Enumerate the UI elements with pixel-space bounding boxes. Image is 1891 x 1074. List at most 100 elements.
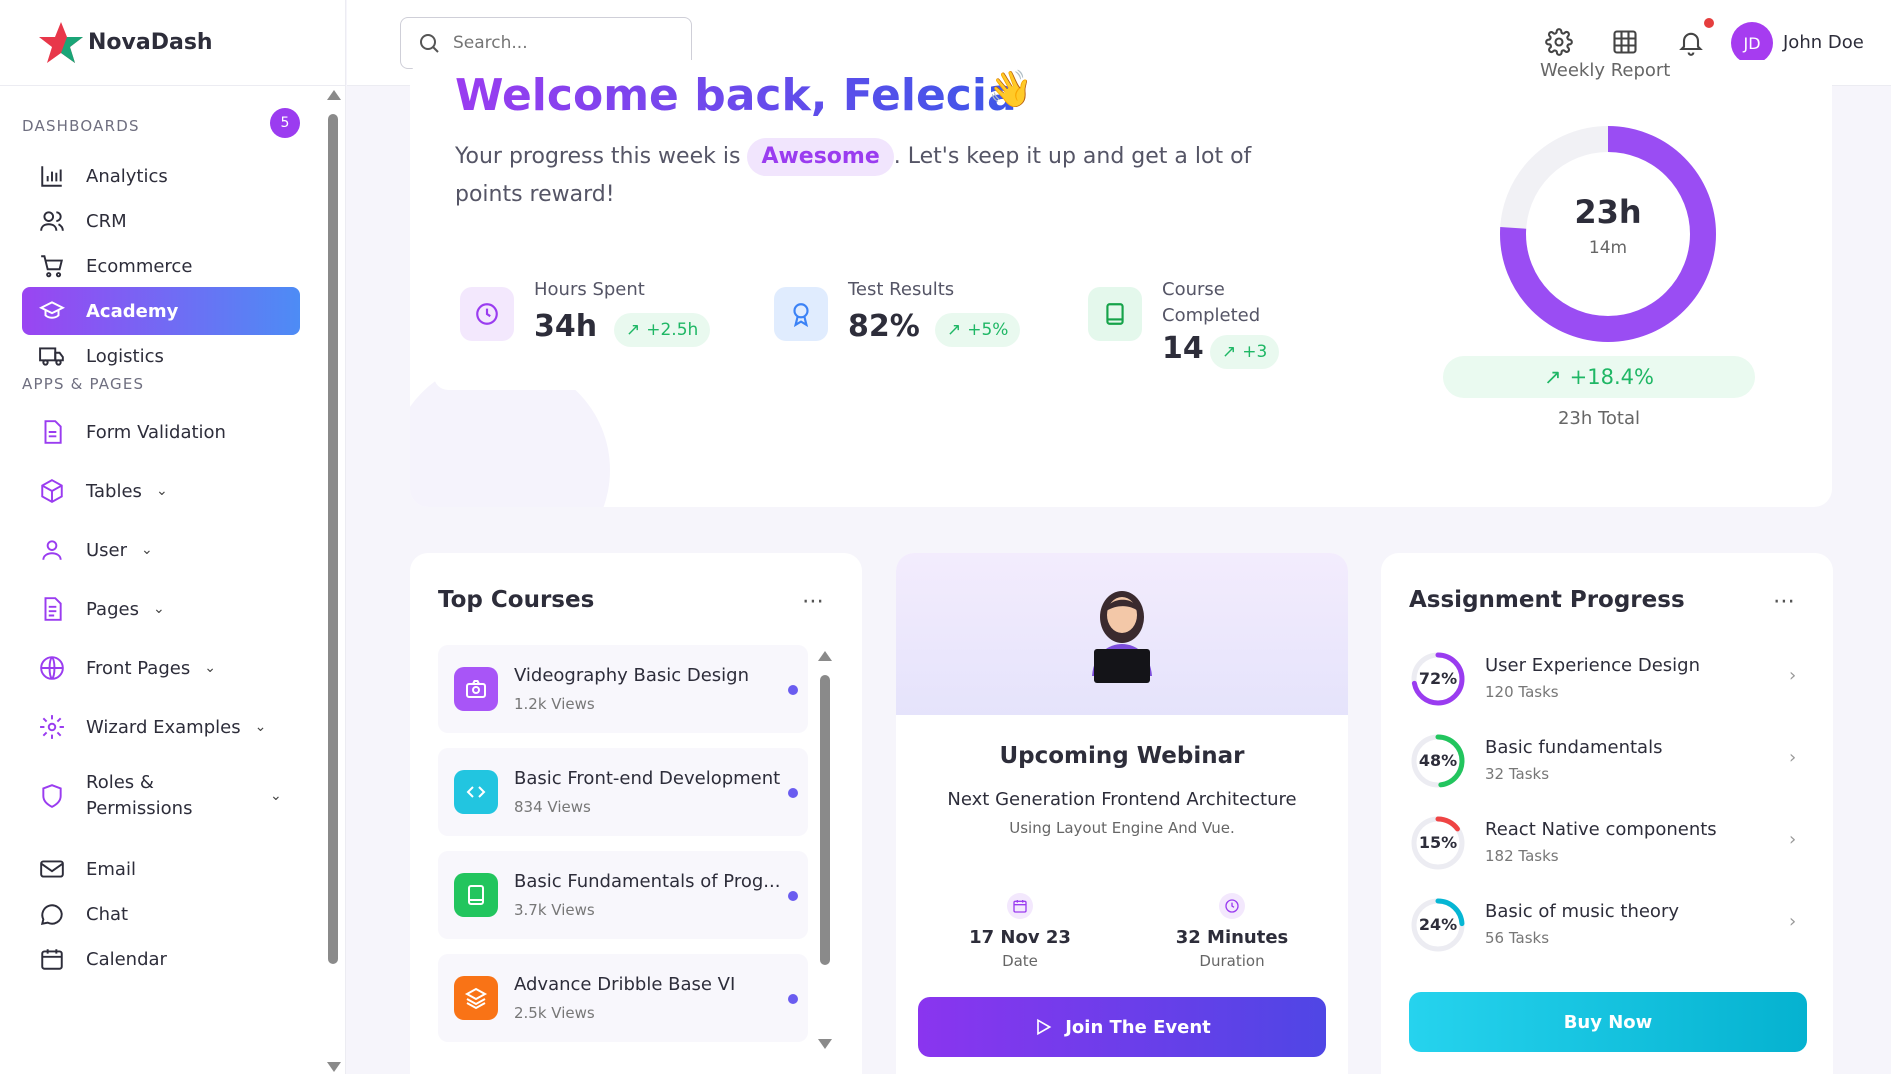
stat-trend: ↗ +3 <box>1210 335 1280 369</box>
sidebar-item-pages[interactable]: Pages ⌄ <box>22 585 300 633</box>
cart-icon <box>38 252 66 280</box>
sidebar-item-analytics[interactable]: Analytics <box>22 152 300 200</box>
sidebar-item-logistics[interactable]: Logistics <box>22 332 300 380</box>
assignment-percent: 15% <box>1418 833 1458 852</box>
buy-now-button[interactable]: Buy Now <box>1409 992 1807 1052</box>
chevron-right-icon[interactable]: › <box>1789 829 1796 850</box>
webinar-title: Upcoming Webinar <box>999 743 1245 769</box>
sidebar-item-user[interactable]: User ⌄ <box>22 526 300 574</box>
globe-icon <box>38 654 66 682</box>
sidebar-item-tables[interactable]: Tables ⌄ <box>22 467 300 515</box>
assignment-tasks: 56 Tasks <box>1485 929 1550 947</box>
webinar-card: Upcoming Webinar Next Generation Fronten… <box>896 553 1348 1074</box>
sidebar-item-wizard-examples[interactable]: Wizard Examples ⌄ <box>22 703 300 751</box>
sidebar-item-chat[interactable]: Chat <box>22 890 300 938</box>
chevron-down-icon: ⌄ <box>152 601 165 617</box>
brand[interactable]: NovaDash <box>0 0 345 86</box>
bell-icon[interactable] <box>1677 28 1707 58</box>
stat-value: 14 <box>1162 331 1204 366</box>
scrollbar-thumb[interactable] <box>820 675 830 965</box>
sidebar-item-label: Academy <box>86 300 179 322</box>
scrollbar-thumb[interactable] <box>328 114 338 964</box>
sidebar-item-label: Wizard Examples <box>86 716 241 738</box>
more-options-icon[interactable]: ⋯ <box>802 589 825 614</box>
webinar-date: 17 Nov 23 Date <box>920 893 1120 970</box>
scroll-up-arrow-icon[interactable] <box>327 90 341 100</box>
bar-chart-icon <box>38 162 66 190</box>
avatar[interactable]: JD <box>1731 22 1773 64</box>
webinar-presenter-illustration <box>1092 591 1152 683</box>
assignment-item[interactable]: 48% Basic fundamentals 32 Tasks › <box>1409 727 1807 797</box>
more-options-icon[interactable]: ⋯ <box>1773 589 1796 614</box>
assignment-tasks: 32 Tasks <box>1485 765 1550 783</box>
weekly-report-label: Weekly Report <box>1540 60 1671 81</box>
stat-card-hours: Hours Spent 34h ↗ +2.5h <box>434 245 734 390</box>
brand-name: NovaDash <box>88 30 213 55</box>
stat-label: Course Completed <box>1162 279 1261 326</box>
mail-icon <box>38 855 66 883</box>
user-name[interactable]: John Doe <box>1783 32 1864 53</box>
cube-icon <box>38 477 66 505</box>
sidebar-item-label: Analytics <box>86 165 168 187</box>
courses-scrollbar[interactable] <box>818 651 832 1051</box>
scroll-down-arrow-icon[interactable] <box>327 1062 341 1072</box>
status-dot <box>788 685 798 695</box>
chevron-down-icon: ⌄ <box>254 719 267 735</box>
sidebar-item-crm[interactable]: CRM <box>22 197 300 245</box>
gear-icon[interactable] <box>1545 28 1575 58</box>
course-views: 1.2k Views <box>514 695 595 713</box>
assignment-name: Basic of music theory <box>1485 901 1679 922</box>
chevron-right-icon[interactable]: › <box>1789 911 1796 932</box>
chevron-down-icon: ⌄ <box>141 542 153 558</box>
scroll-up-arrow-icon[interactable] <box>818 651 832 661</box>
chevron-right-icon[interactable]: › <box>1789 665 1796 686</box>
status-dot <box>788 994 798 1004</box>
sidebar-item-ecommerce[interactable]: Ecommerce <box>22 242 300 290</box>
join-event-button[interactable]: Join The Event <box>918 997 1326 1057</box>
course-name: Basic Front-end Development <box>514 768 781 789</box>
scroll-down-arrow-icon[interactable] <box>818 1039 832 1049</box>
sidebar: NovaDash DASHBOARDS 5 Analytics CRM Ecom… <box>0 0 346 1074</box>
course-name: Basic Fundamentals of Prog... <box>514 871 781 892</box>
users-icon <box>38 207 66 235</box>
chevron-right-icon[interactable]: › <box>1789 747 1796 768</box>
assignment-name: User Experience Design <box>1485 655 1700 676</box>
assignment-item[interactable]: 15% React Native components 182 Tasks › <box>1409 809 1807 879</box>
course-item[interactable]: Videography Basic Design 1.2k Views <box>438 645 808 733</box>
course-item[interactable]: Basic Fundamentals of Prog... 3.7k Views <box>438 851 808 939</box>
sidebar-scrollbar[interactable] <box>327 90 341 1074</box>
trend-up-icon: ↗ <box>947 320 962 340</box>
sidebar-item-calendar[interactable]: Calendar <box>22 935 300 983</box>
assignment-item[interactable]: 72% User Experience Design 120 Tasks › <box>1409 645 1807 715</box>
graduation-cap-icon <box>38 297 66 325</box>
grid-icon[interactable] <box>1611 28 1641 58</box>
webinar-duration-label: Duration <box>1199 952 1265 970</box>
sidebar-item-email[interactable]: Email <box>22 845 300 893</box>
sidebar-item-form-validation[interactable]: Form Validation <box>22 408 300 456</box>
stat-label: Hours Spent <box>534 279 645 300</box>
sidebar-item-academy[interactable]: Academy <box>22 287 300 335</box>
assignment-item[interactable]: 24% Basic of music theory 56 Tasks › <box>1409 891 1807 961</box>
course-name: Advance Dribble Base VI <box>514 974 736 995</box>
stat-trend-value: +2.5h <box>646 320 699 340</box>
star-logo-icon <box>39 21 83 63</box>
sidebar-item-label: Pages <box>86 598 139 620</box>
buy-now-label: Buy Now <box>1563 1011 1653 1033</box>
sidebar-item-front-pages[interactable]: Front Pages ⌄ <box>22 644 300 692</box>
progress-prefix: Your progress this week is <box>455 144 741 169</box>
sidebar-item-roles-permissions[interactable]: Roles & Permissions ⌄ <box>22 762 300 830</box>
chevron-down-icon: ⌄ <box>204 660 216 676</box>
webinar-description: Using Layout Engine And Vue. <box>1009 819 1235 837</box>
join-event-label: Join The Event <box>1065 1016 1211 1038</box>
dashboards-count-badge: 5 <box>270 108 300 138</box>
course-item[interactable]: Advance Dribble Base VI 2.5k Views <box>438 954 808 1042</box>
calendar-icon <box>1007 893 1033 919</box>
waving-hand-icon: 👋 <box>988 69 1033 110</box>
sidebar-item-label: Form Validation <box>86 421 226 443</box>
search-input[interactable] <box>453 33 673 53</box>
stat-trend-value: +3 <box>1242 342 1268 362</box>
assignment-progress-card: Assignment Progress ⋯ 72% User Experience… <box>1381 553 1833 1074</box>
assignment-name: Basic fundamentals <box>1485 737 1663 758</box>
trend-up-icon: ↗ <box>1544 365 1562 389</box>
course-item[interactable]: Basic Front-end Development 834 Views <box>438 748 808 836</box>
